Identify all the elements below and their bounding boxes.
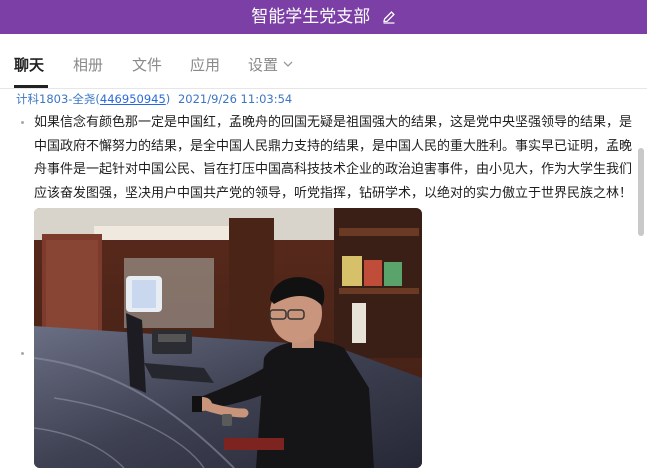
tab-files[interactable]: 文件 [132, 54, 162, 76]
scrollbar-track[interactable] [636, 88, 647, 468]
group-title: 智能学生党支部 [251, 7, 371, 27]
message-datetime: 2021/9/26 11:03:54 [177, 92, 293, 106]
app-header: 智能学生党支部 [0, 0, 647, 34]
sender-qq-link[interactable]: 446950945 [100, 92, 166, 106]
image-bullet [21, 352, 24, 355]
photo-illustration [34, 208, 422, 468]
qq-close-paren: ) [165, 92, 171, 106]
tab-settings-label: 设置 [248, 56, 279, 74]
tab-chat[interactable]: 聊天 [14, 54, 44, 76]
tab-apps[interactable]: 应用 [190, 54, 220, 76]
tab-settings[interactable]: 设置 [248, 54, 293, 76]
pencil-icon[interactable] [382, 10, 396, 24]
scrollbar-thumb[interactable] [638, 148, 644, 236]
message-photo[interactable] [34, 208, 422, 468]
group-title-area: 智能学生党支部 [0, 0, 647, 34]
sender-name[interactable]: 计科1803-全尧 [16, 92, 95, 106]
chevron-down-icon [283, 61, 293, 67]
message-header: 计科1803-全尧(446950945) 2021/9/26 11:03:54 [16, 92, 292, 106]
message-text: 如果信念有颜色那一定是中国红，孟晚舟的回国无疑是祖国强大的结果，这是党中央坚强领… [34, 115, 633, 201]
message-bullet [21, 121, 24, 124]
active-tab-indicator [14, 85, 48, 88]
tab-album[interactable]: 相册 [73, 54, 103, 76]
